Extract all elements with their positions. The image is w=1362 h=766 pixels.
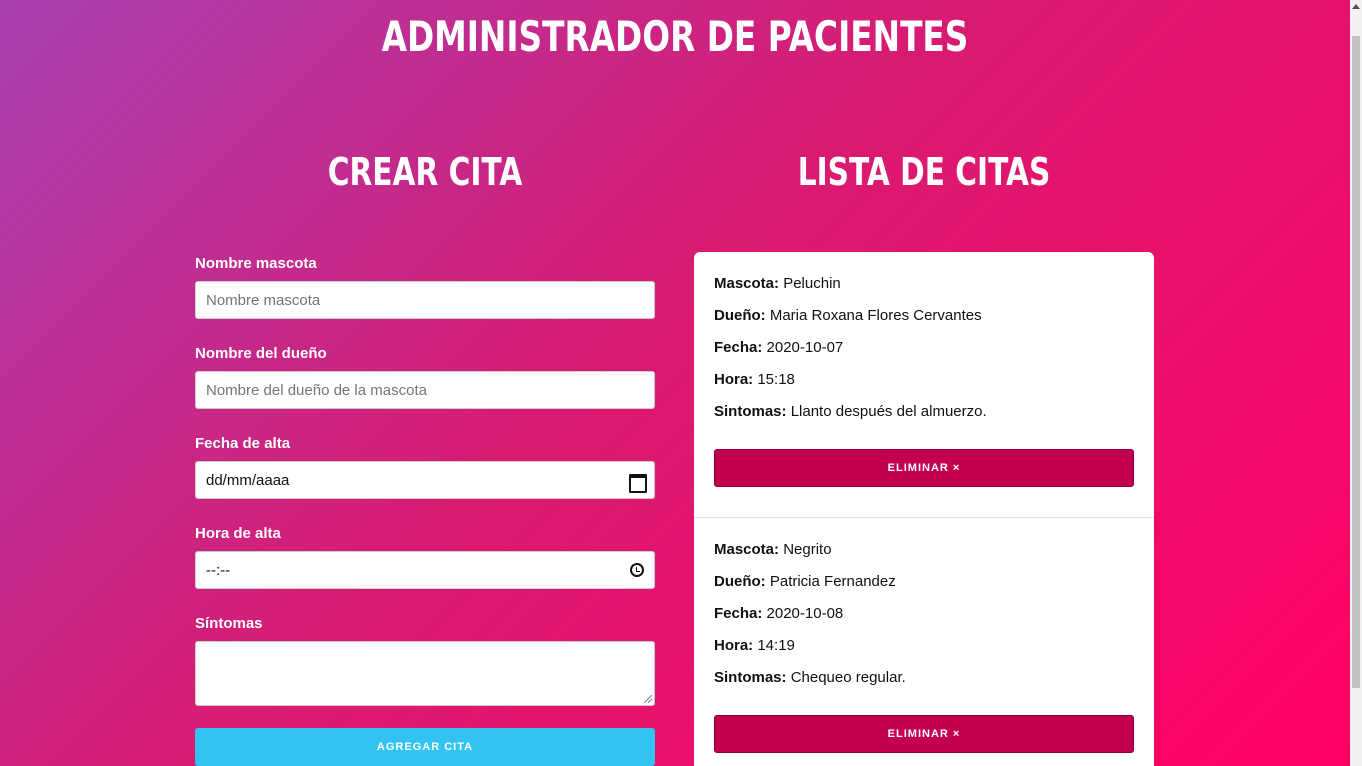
time-label: Hora de alta [195,525,281,542]
pet-field-label: Mascota: [714,275,780,292]
time-value: 15:18 [757,371,795,388]
owner-field-label: Dueño: [714,573,766,590]
date-label: Fecha de alta [195,435,291,452]
pet-row: Mascota: Peluchin [714,272,1134,304]
appointment-form: Nombre mascota Nombre mascota Nombre del… [195,255,655,766]
time-row: Hora: 14:19 [714,634,1134,666]
owner-field-label: Dueño: [714,307,766,324]
calendar-icon[interactable] [628,472,647,493]
list-item: Mascota: Peluchin Dueño: Maria Roxana Fl… [694,252,1154,518]
add-appointment-button[interactable]: AGREGAR CITA [195,728,655,766]
symptoms-textarea[interactable] [195,641,655,706]
scroll-thumb[interactable] [1352,36,1360,688]
delete-button[interactable]: ELIMINAR × [714,715,1134,753]
time-value: 14:19 [757,637,795,654]
clock-icon[interactable] [630,563,644,577]
page-title: ADMINISTRADOR DE PACIENTES [381,12,969,61]
date-field-label: Fecha: [714,605,763,622]
owner-value: Patricia Fernandez [769,573,896,590]
time-row: Hora: 15:18 [714,368,1134,400]
symptoms-field-label: Sintomas: [714,403,787,420]
pet-row: Mascota: Negrito [714,538,1134,570]
page: ADMINISTRADOR DE PACIENTES CREAR CITA LI… [0,0,1350,766]
date-input[interactable]: dd/mm/aaaa [195,461,655,499]
pet-value: Negrito [783,541,832,558]
resize-grip-icon[interactable] [644,695,652,703]
appointments-list: Mascota: Peluchin Dueño: Maria Roxana Fl… [694,252,1154,766]
symptoms-row: Sintomas: Chequeo regular. [714,666,1134,698]
time-value: --:-- [206,561,231,579]
pet-field-label: Mascota: [714,541,780,558]
owner-name-label: Nombre del dueño [195,345,327,362]
date-value: 2020-10-08 [766,605,844,622]
date-row: Fecha: 2020-10-08 [714,602,1134,634]
pet-name-label: Nombre mascota [195,255,317,272]
symptoms-label: Síntomas [195,615,263,632]
symptoms-value: Chequeo regular. [790,669,906,686]
owner-row: Dueño: Maria Roxana Flores Cervantes [714,304,1134,336]
time-field-label: Hora: [714,371,754,388]
pet-value: Peluchin [783,275,841,292]
owner-value: Maria Roxana Flores Cervantes [769,307,982,324]
date-value: dd/mm/aaaa [206,471,290,489]
pet-name-input[interactable]: Nombre mascota [195,281,655,319]
date-row: Fecha: 2020-10-07 [714,336,1134,368]
symptoms-field-label: Sintomas: [714,669,787,686]
time-input[interactable]: --:-- [195,551,655,589]
list-title: LISTA DE CITAS [797,150,1051,194]
delete-button[interactable]: ELIMINAR × [714,449,1134,487]
owner-name-input[interactable]: Nombre del dueño de la mascota [195,371,655,409]
list-item: Mascota: Negrito Dueño: Patricia Fernand… [694,518,1154,766]
scrollbar[interactable] [1350,0,1362,766]
date-field-label: Fecha: [714,339,763,356]
date-value: 2020-10-07 [766,339,844,356]
scroll-up-arrow-icon[interactable] [1352,4,1360,9]
owner-name-placeholder: Nombre del dueño de la mascota [206,381,427,399]
time-field-label: Hora: [714,637,754,654]
owner-row: Dueño: Patricia Fernandez [714,570,1134,602]
symptoms-value: Llanto después del almuerzo. [790,403,987,420]
symptoms-row: Sintomas: Llanto después del almuerzo. [714,400,1134,432]
form-title: CREAR CITA [327,150,523,194]
pet-name-placeholder: Nombre mascota [206,291,321,309]
